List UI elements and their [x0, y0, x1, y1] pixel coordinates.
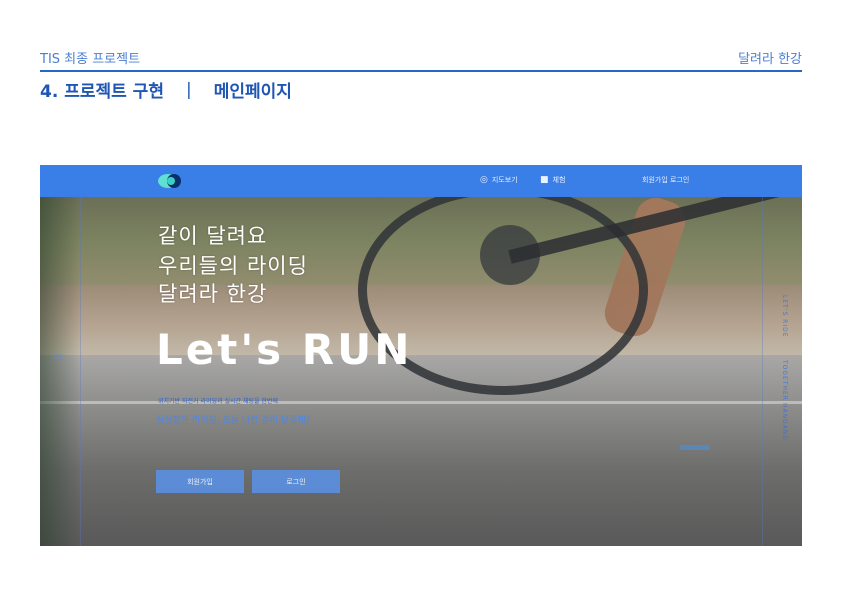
- slide-pager[interactable]: 01: [54, 353, 63, 361]
- hero-line-2: 우리들의 라이딩: [158, 254, 308, 278]
- navbar: ◎ 지도보기 ■ 체험 회원가입 로그인: [40, 165, 802, 197]
- hero-line-3: 달려라 한강: [158, 282, 268, 306]
- site-logo[interactable]: [156, 172, 186, 190]
- project-label: 달려라 한강: [738, 52, 802, 67]
- login-button[interactable]: 로그인: [252, 470, 340, 493]
- hero-description-large: 심심했던 라이딩, 오늘 나랑 같이 달릴래?: [156, 416, 311, 426]
- section-separator: |: [185, 79, 192, 100]
- square-icon: ■: [540, 175, 549, 185]
- side-label-c: HANGANG: [781, 403, 788, 441]
- map-pin-icon: ◎: [480, 175, 488, 185]
- road-debris: [680, 445, 710, 450]
- header-rule: [40, 70, 802, 72]
- section-number: 4. 프로젝트 구현: [40, 82, 164, 102]
- hero-background-ground: [40, 355, 802, 546]
- nav-rank-link[interactable]: ■ 체험: [540, 175, 565, 185]
- side-label-b: TOGETHER: [781, 360, 788, 401]
- course-label: TIS 최종 프로젝트: [40, 52, 141, 67]
- signup-button[interactable]: 회원가입: [156, 470, 244, 493]
- nav-login-link[interactable]: 로그인: [670, 175, 689, 185]
- left-foliage: [40, 197, 80, 546]
- section-title: 4. 프로젝트 구현 | 메인페이지: [40, 77, 292, 103]
- nav-rank-label: 체험: [552, 176, 566, 184]
- hero-description-small: 위치기반 자전거 라이딩과 실시간 채팅을 한번에: [158, 398, 278, 405]
- nav-map-link[interactable]: ◎ 지도보기: [480, 175, 518, 185]
- main-page-screenshot: ◎ 지도보기 ■ 체험 회원가입 로그인 같이 달려요 우리들의 라이딩 달려라…: [40, 165, 802, 546]
- logo-icon: [158, 174, 181, 188]
- guide-line-left: [80, 197, 81, 546]
- guide-line-right: [762, 197, 763, 546]
- hero-headline: Let's RUN: [156, 325, 413, 374]
- nav-signup-link[interactable]: 회원가입: [642, 175, 668, 185]
- side-label-a: LET'S RIDE: [781, 295, 788, 338]
- road-stripe: [40, 401, 802, 404]
- section-page: 메인페이지: [213, 82, 292, 102]
- hero-line-1: 같이 달려요: [158, 224, 268, 248]
- nav-map-label: 지도보기: [491, 176, 518, 184]
